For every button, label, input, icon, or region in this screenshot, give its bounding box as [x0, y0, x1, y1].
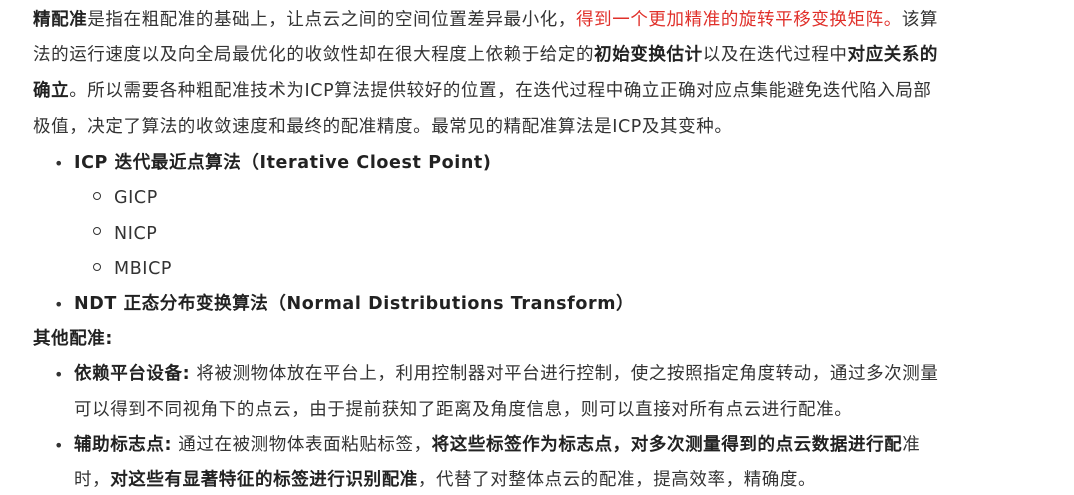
section-heading-label: 其他配准: — [33, 329, 113, 349]
paragraph-line-2: 法的运行速度以及向全局最优化的收敛性却在很大程度上依赖于给定的初始变换估计以及在… — [33, 43, 938, 67]
paragraph-line-1: 精配准是指在粗配准的基础上，让点云之间的空间位置差异最小化，得到一个更加精准的旋… — [33, 8, 938, 32]
item-text: 准 — [902, 435, 921, 455]
item-text: ，代替了对整体点云的配准，提高效率，精确度。 — [417, 470, 817, 490]
paragraph-line-4: 极值，决定了算法的收敛速度和最终的配准精度。最常见的精配准算法是ICP及其变种。 — [33, 115, 732, 139]
list-item-platform: 依赖平台设备: 将被测物体放在平台上，利用控制器对平台进行控制，使之按照指定角度… — [74, 362, 938, 386]
list-item-label: NDT 正态分布变换算法（Normal Distributions Transf… — [74, 294, 635, 314]
bullet-circle-icon — [93, 263, 101, 271]
list-item-markers-cont: 时，对这些有显著特征的标签进行识别配准，代替了对整体点云的配准，提高效率，精确度… — [74, 468, 816, 492]
item-text: 时， — [74, 470, 111, 490]
list-item-ndt: NDT 正态分布变换算法（Normal Distributions Transf… — [74, 292, 634, 316]
item-text: 可以得到不同视角下的点云，由于提前获知了距离及角度信息，则可以直接对所有点云进行… — [74, 400, 853, 420]
list-item-icp: ICP 迭代最近点算法（Iterative Cloest Point) — [74, 151, 491, 175]
bold-term: 将这些标签作为标志点，对多次测量得到的点云数据进行配 — [431, 435, 903, 455]
highlight-text: 得到一个更加精准的旋转平移变换矩阵。 — [576, 10, 902, 30]
bold-term: 依赖平台设备: — [74, 364, 191, 384]
sub-list-item: NICP — [114, 222, 157, 246]
item-text: 将被测物体放在平台上，利用控制器对平台进行控制，使之按照指定角度转动，通过多次测… — [190, 364, 939, 384]
bullet-dot-icon: • — [54, 154, 64, 173]
paragraph-text: 。所以需要各种粗配准技术为ICP算法提供较好的位置，在迭代过程中确立正确对应点集… — [69, 81, 932, 101]
bold-term: 对应关系的 — [847, 45, 939, 65]
paragraph-text: 以及在迭代过程中 — [702, 45, 848, 65]
sub-item-label: NICP — [114, 224, 158, 244]
sub-item-label: MBICP — [114, 259, 173, 279]
sub-list-item: GICP — [114, 186, 158, 210]
paragraph-line-3: 确立。所以需要各种粗配准技术为ICP算法提供较好的位置，在迭代过程中确立正确对应… — [33, 79, 932, 103]
sub-item-label: GICP — [114, 188, 158, 208]
bold-term: 对这些有显著特征的标签进行识别配准 — [110, 470, 418, 490]
bullet-circle-icon — [93, 227, 101, 235]
bold-term: 确立 — [33, 81, 70, 101]
list-item-platform-cont: 可以得到不同视角下的点云，由于提前获知了距离及角度信息，则可以直接对所有点云进行… — [74, 398, 852, 422]
item-text: 通过在被测物体表面粘贴标签， — [172, 435, 432, 455]
document-body: 精配准是指在粗配准的基础上，让点云之间的空间位置差异最小化，得到一个更加精准的旋… — [0, 0, 1074, 495]
paragraph-text: 是指在粗配准的基础上，让点云之间的空间位置差异最小化， — [87, 10, 577, 30]
sub-list-item: MBICP — [114, 257, 172, 281]
section-heading: 其他配准: — [33, 327, 113, 351]
bullet-dot-icon: • — [54, 295, 64, 314]
paragraph-text: 该算 — [901, 10, 939, 30]
term-fine-registration: 精配准 — [33, 10, 88, 30]
bullet-dot-icon: • — [54, 436, 64, 455]
bullet-dot-icon: • — [54, 365, 64, 384]
bold-term: 初始变换估计 — [594, 45, 703, 65]
bullet-circle-icon — [93, 192, 101, 200]
bold-term: 辅助标志点: — [74, 435, 173, 455]
paragraph-text: 法的运行速度以及向全局最优化的收敛性却在很大程度上依赖于给定的 — [33, 45, 595, 65]
list-item-markers: 辅助标志点: 通过在被测物体表面粘贴标签，将这些标签作为标志点，对多次测量得到的… — [74, 433, 920, 457]
list-item-label: ICP 迭代最近点算法（Iterative Cloest Point) — [74, 153, 492, 173]
paragraph-text: 极值，决定了算法的收敛速度和最终的配准精度。最常见的精配准算法是ICP及其变种。 — [33, 117, 733, 137]
